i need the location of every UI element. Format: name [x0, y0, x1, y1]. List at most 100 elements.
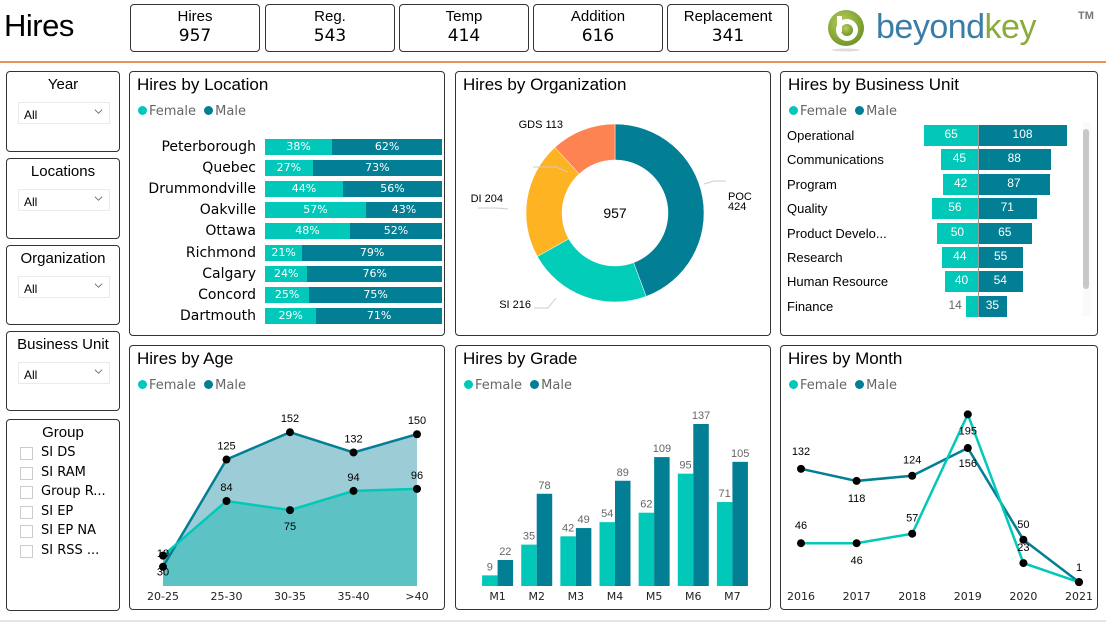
- female-segment[interactable]: 25%: [265, 286, 310, 303]
- location-row[interactable]: Dartmouth 29% 71%: [130, 307, 444, 325]
- stacked-bar[interactable]: 21% 79%: [265, 244, 442, 261]
- female-data-label: 57: [906, 513, 918, 525]
- male-bar[interactable]: 71: [978, 198, 1037, 220]
- male-segment[interactable]: 79%: [302, 244, 442, 261]
- business-unit-row[interactable]: Product Develo... 50 65: [781, 222, 1081, 244]
- stacked-bar[interactable]: 27% 73%: [265, 160, 442, 177]
- female-segment[interactable]: 27%: [265, 160, 313, 177]
- male-bar[interactable]: 65: [978, 222, 1032, 244]
- female-segment[interactable]: 48%: [265, 223, 350, 240]
- kpi-card-reg: Reg. 543: [265, 4, 395, 52]
- male-segment[interactable]: 73%: [312, 160, 442, 177]
- legend-item-male[interactable]: Male: [204, 104, 246, 119]
- female-segment[interactable]: 24%: [265, 265, 308, 282]
- business-unit-row[interactable]: Finance 14 35: [781, 295, 1081, 317]
- stacked-bar[interactable]: 57% 43%: [265, 202, 442, 219]
- male-data-label: 50: [1017, 519, 1029, 531]
- male-segment[interactable]: 52%: [349, 223, 442, 240]
- business-unit-row[interactable]: Operational 65 108: [781, 125, 1081, 146]
- female-data-label: 35: [523, 531, 535, 543]
- legend-item-female[interactable]: Female: [789, 104, 847, 119]
- location-row[interactable]: Peterborough 38% 62%: [130, 139, 444, 156]
- stacked-bar[interactable]: 48% 52%: [265, 223, 442, 240]
- female-segment[interactable]: 21%: [265, 244, 303, 261]
- female-bar[interactable]: 65: [924, 125, 978, 146]
- business-unit-dropdown[interactable]: All: [18, 362, 110, 384]
- male-bar[interactable]: 35: [978, 295, 1007, 317]
- group-option[interactable]: SI EP NA: [7, 523, 119, 543]
- header-divider: [0, 61, 1106, 63]
- male-segment[interactable]: 62%: [332, 139, 442, 155]
- checkbox[interactable]: [20, 447, 33, 460]
- business-unit-row[interactable]: Program 42 87: [781, 173, 1081, 195]
- female-segment[interactable]: 38%: [265, 139, 333, 155]
- male-segment[interactable]: 71%: [316, 307, 442, 324]
- kpi-value: 616: [581, 26, 615, 46]
- stacked-bar[interactable]: 44% 56%: [265, 181, 442, 198]
- legend-dot-icon: [138, 106, 147, 115]
- female-bar[interactable]: 42: [943, 173, 978, 195]
- female-segment[interactable]: 29%: [265, 307, 317, 324]
- scrollbar-thumb[interactable]: [1083, 129, 1089, 289]
- location-row[interactable]: Ottawa 48% 52%: [130, 223, 444, 240]
- business-unit-row[interactable]: Quality 56 71: [781, 198, 1081, 220]
- legend-item-female[interactable]: Female: [138, 104, 196, 119]
- legend-dot-icon: [855, 106, 865, 115]
- female-point: [852, 539, 861, 548]
- female-bar: [521, 544, 537, 586]
- location-row[interactable]: Calgary 24% 76%: [130, 265, 444, 283]
- checkbox[interactable]: [20, 544, 33, 558]
- checkbox[interactable]: [20, 505, 33, 519]
- group-option[interactable]: SI EP: [7, 504, 119, 524]
- stacked-bar[interactable]: 38% 62%: [265, 139, 442, 155]
- male-bar[interactable]: 54: [978, 271, 1023, 293]
- male-bar[interactable]: 88: [978, 149, 1051, 171]
- female-segment[interactable]: 44%: [265, 181, 343, 198]
- stacked-bar[interactable]: 29% 71%: [265, 307, 442, 324]
- female-bar[interactable]: 50: [936, 222, 978, 244]
- organization-dropdown[interactable]: All: [18, 276, 110, 298]
- male-segment[interactable]: 56%: [342, 181, 442, 198]
- male-segment[interactable]: 76%: [307, 265, 442, 282]
- stacked-bar[interactable]: 25% 75%: [265, 286, 442, 303]
- group-option[interactable]: SI RSS ...: [7, 543, 119, 563]
- female-bar[interactable]: 40: [945, 271, 978, 293]
- legend-item-male[interactable]: Male: [855, 104, 897, 119]
- location-row[interactable]: Concord 25% 75%: [130, 286, 444, 304]
- male-segment[interactable]: 75%: [309, 286, 442, 303]
- checkbox[interactable]: [20, 486, 33, 499]
- logo-text: beyondkey: [876, 8, 1036, 47]
- business-unit-row[interactable]: Research 44 55: [781, 247, 1081, 268]
- legend-label: Male: [215, 104, 246, 119]
- female-segment[interactable]: 57%: [265, 202, 366, 219]
- female-bar[interactable]: [966, 295, 978, 317]
- male-bar[interactable]: 108: [978, 125, 1068, 146]
- female-data-label: 71: [719, 488, 731, 500]
- checkbox[interactable]: [20, 525, 33, 538]
- male-bar[interactable]: 87: [978, 173, 1050, 195]
- location-row[interactable]: Richmond 21% 79%: [130, 244, 444, 262]
- male-bar: [615, 480, 631, 586]
- group-option[interactable]: SI DS: [7, 445, 119, 465]
- female-data-label: 46: [795, 520, 807, 532]
- group-option[interactable]: SI RAM: [7, 465, 119, 485]
- business-unit-row[interactable]: Human Resource 40 54: [781, 271, 1081, 293]
- year-dropdown[interactable]: All: [18, 102, 110, 124]
- location-row[interactable]: Oakville 57% 43%: [130, 202, 444, 219]
- male-bar[interactable]: 55: [978, 247, 1024, 268]
- dropdown-value: All: [24, 108, 38, 122]
- stacked-bar[interactable]: 24% 76%: [265, 265, 442, 282]
- panel-hires-by-month: Hires by Month Female Male 132 118 124 156 5…: [780, 345, 1098, 610]
- group-option[interactable]: Group R...: [7, 484, 119, 504]
- male-segment[interactable]: 43%: [365, 202, 442, 219]
- location-row[interactable]: Quebec 27% 73%: [130, 160, 444, 177]
- male-data-label: 156: [959, 458, 977, 470]
- locations-dropdown[interactable]: All: [18, 189, 110, 211]
- female-bar[interactable]: 56: [931, 198, 978, 220]
- female-bar[interactable]: 44: [941, 247, 978, 268]
- business-unit-row[interactable]: Communications 45 88: [781, 149, 1081, 171]
- female-bar[interactable]: 45: [940, 149, 978, 171]
- location-row[interactable]: Drummondville 44% 56%: [130, 181, 444, 198]
- checkbox[interactable]: [20, 466, 33, 480]
- male-bar: [497, 559, 514, 586]
